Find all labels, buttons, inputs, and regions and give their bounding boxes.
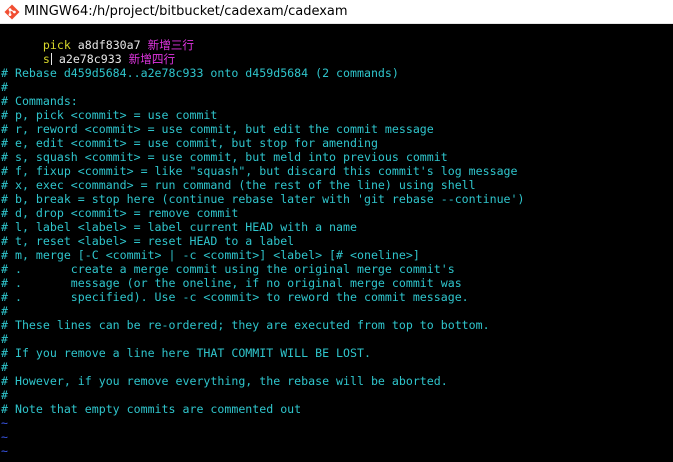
- rebase-todo-line[interactable]: pick a8df830a7 新增三行: [1, 24, 194, 52]
- comment-line: #: [1, 304, 8, 318]
- comment-line: #: [1, 388, 8, 402]
- comment-line: #: [1, 80, 8, 94]
- todo-command: s: [42, 52, 50, 66]
- comment-line: # x, exec <command> = run command (the r…: [1, 178, 476, 192]
- todo-hash: a2e78c933: [58, 52, 122, 66]
- terminal-content[interactable]: pick a8df830a7 新增三行 s a2e78c933 新增四行 # R…: [0, 24, 673, 462]
- empty-line-tilde: ~: [1, 444, 8, 458]
- todo-message: 新增四行: [128, 52, 176, 66]
- window-title: MINGW64:/h/project/bitbucket/cadexam/cad…: [24, 4, 348, 19]
- comment-line: # s, squash <commit> = use commit, but m…: [1, 150, 448, 164]
- comment-line: # . message (or the oneline, if no origi…: [1, 276, 462, 290]
- comment-line: # . create a merge commit using the orig…: [1, 262, 455, 276]
- comment-line: # l, label <label> = label current HEAD …: [1, 220, 357, 234]
- comment-line: # e, edit <commit> = use commit, but sto…: [1, 136, 378, 150]
- empty-line-tilde: ~: [1, 430, 8, 444]
- comment-line: # . specified). Use -c <commit> to rewor…: [1, 290, 469, 304]
- terminal-window: MINGW64:/h/project/bitbucket/cadexam/cad…: [0, 0, 673, 462]
- comment-line: #: [1, 360, 8, 374]
- comment-line: # d, drop <commit> = remove commit: [1, 206, 239, 220]
- comment-line: # If you remove a line here THAT COMMIT …: [1, 346, 371, 360]
- comment-line: # t, reset <label> = reset HEAD to a lab…: [1, 234, 295, 248]
- comment-line: # f, fixup <commit> = like "squash", but…: [1, 164, 518, 178]
- empty-line-tilde: ~: [1, 416, 8, 430]
- git-bash-icon: [4, 4, 20, 20]
- comment-line: # b, break = stop here (continue rebase …: [1, 192, 525, 206]
- comment-line: # Note that empty commits are commented …: [1, 402, 302, 416]
- title-bar[interactable]: MINGW64:/h/project/bitbucket/cadexam/cad…: [0, 0, 673, 24]
- rebase-todo-line[interactable]: s a2e78c933 新增四行: [1, 38, 175, 66]
- text-cursor: [50, 53, 52, 65]
- comment-line: #: [1, 332, 8, 346]
- comment-line: # However, if you remove everything, the…: [1, 374, 448, 388]
- comment-line: # These lines can be re-ordered; they ar…: [1, 318, 490, 332]
- comment-line: # Rebase d459d5684..a2e78c933 onto d459d…: [1, 66, 399, 80]
- comment-line: # Commands:: [1, 94, 78, 108]
- comment-line: # m, merge [-C <commit> | -c <commit>] <…: [1, 248, 420, 262]
- comment-line: # p, pick <commit> = use commit: [1, 108, 218, 122]
- comment-line: # r, reword <commit> = use commit, but e…: [1, 122, 434, 136]
